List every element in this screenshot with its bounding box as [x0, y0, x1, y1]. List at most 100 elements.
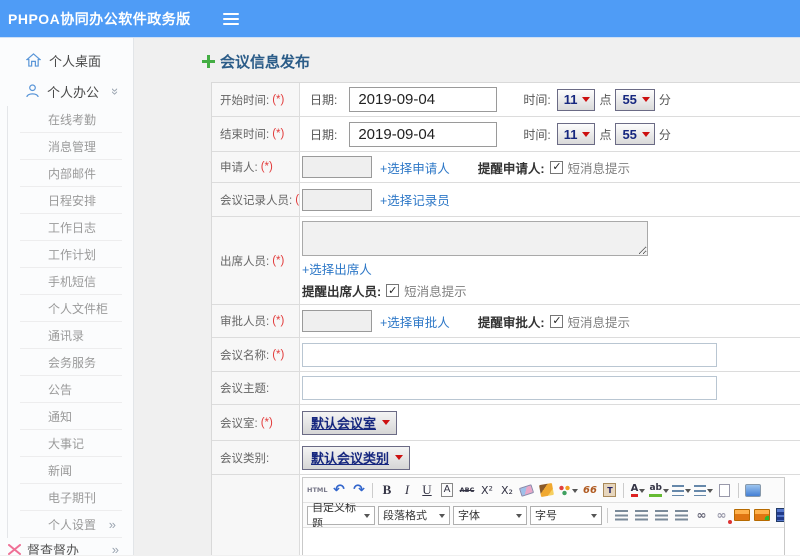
sidebar-item-work-log[interactable]: 工作日志 — [20, 214, 122, 241]
sidebar-item-contacts[interactable]: 通讯录 — [20, 322, 122, 349]
sidebar-item-sms[interactable]: 手机短信 — [20, 268, 122, 295]
recorder-row: 会议记录人员:(*) +选择记录员 — [212, 183, 800, 217]
applicant-input[interactable] — [302, 156, 372, 178]
sidebar-item-ejournal[interactable]: 电子期刊 — [20, 484, 122, 511]
sidebar-item-messages[interactable]: 消息管理 — [20, 133, 122, 160]
required-mark: (*) — [260, 416, 273, 429]
highlight-color-icon[interactable]: ab — [649, 482, 669, 499]
sidebar-item-desktop[interactable]: 个人桌面 — [0, 44, 133, 76]
field-label: 结束时间: — [220, 129, 270, 141]
font-border-icon[interactable]: A — [438, 482, 455, 499]
dropdown-arrow-icon — [639, 488, 646, 496]
sidebar-item-supervise[interactable]: 督查督办 — [0, 538, 133, 555]
redo-icon[interactable]: ↷ — [350, 482, 367, 499]
sidebar-item-memorabilia[interactable]: 大事记 — [20, 430, 122, 457]
end-minute-select[interactable]: 55 — [615, 123, 655, 145]
dropdown-arrow-icon — [516, 513, 522, 521]
sidebar-item-attendance[interactable]: 在线考勤 — [20, 106, 122, 133]
end-hour-select[interactable]: 11 — [556, 123, 596, 145]
attendee-row: 出席人员:(*) +选择出席人 提醒出席人员: 短消息提示 — [212, 217, 800, 305]
sidebar-item-schedule[interactable]: 日程安排 — [20, 187, 122, 214]
choose-approver-link[interactable]: +选择审批人 — [380, 312, 450, 331]
format-brush-icon[interactable] — [538, 482, 555, 499]
align-center-icon[interactable] — [633, 507, 650, 524]
choose-applicant-link[interactable]: +选择申请人 — [380, 158, 450, 177]
start-time-row: 开始时间:(*) 日期: 时间: 11 点 55 分 — [212, 83, 800, 117]
editor-content-area[interactable] — [303, 528, 784, 555]
unordered-list-icon[interactable] — [694, 482, 713, 499]
upload-image-icon[interactable] — [753, 507, 770, 524]
approver-sms-checkbox[interactable] — [550, 314, 564, 328]
sidebar-item-label: 个人桌面 — [49, 53, 102, 69]
home-icon — [26, 53, 41, 67]
sidebar-item-notice[interactable]: 通知 — [20, 403, 122, 430]
font-color-icon[interactable]: A — [629, 482, 646, 499]
meeting-category-row: 会议类别: 默认会议类别 — [212, 441, 800, 475]
html-source-button[interactable]: HTML — [307, 482, 327, 499]
superscript-icon[interactable]: X² — [478, 482, 495, 499]
end-date-input[interactable] — [349, 121, 498, 147]
insert-link-icon[interactable]: ∞ — [693, 507, 710, 524]
meeting-room-select[interactable]: 默认会议室 — [302, 410, 398, 435]
chevron-right-icon — [112, 542, 119, 556]
bold-icon[interactable]: B — [378, 482, 395, 499]
remind-applicant-label: 提醒申请人: — [477, 161, 545, 176]
start-date-input[interactable] — [349, 87, 498, 112]
font-family-select[interactable]: 字体 — [453, 505, 527, 525]
undo-icon[interactable]: ↶ — [330, 482, 347, 499]
dropdown-arrow-icon — [641, 97, 650, 102]
required-mark: (*) — [272, 315, 285, 327]
start-minute-select[interactable]: 55 — [615, 88, 655, 111]
sidebar-item-settings[interactable]: 个人设置 — [20, 511, 122, 538]
dropdown-arrow-icon — [685, 488, 691, 496]
field-label: 出席人员: — [220, 255, 270, 268]
paragraph-format-select[interactable]: 段落格式 — [378, 505, 450, 525]
date-label: 日期: — [310, 127, 338, 142]
attendee-sms-checkbox[interactable] — [386, 284, 400, 297]
align-right-icon[interactable] — [653, 507, 670, 524]
blockquote-icon[interactable]: 66 — [581, 482, 598, 499]
insert-image-icon[interactable] — [733, 507, 750, 524]
approver-input[interactable] — [302, 310, 372, 332]
choose-attendee-link[interactable]: +选择出席人 — [302, 259, 372, 278]
meeting-subject-input[interactable] — [302, 376, 717, 400]
applicant-sms-checkbox[interactable] — [550, 160, 564, 174]
meeting-subject-row: 会议主题: — [212, 372, 800, 405]
dropdown-arrow-icon — [439, 513, 445, 521]
heading-select[interactable]: 自定义标题 — [307, 503, 375, 527]
supervise-icon — [8, 543, 21, 555]
required-mark: (*) — [260, 161, 273, 173]
underline-icon[interactable]: U — [418, 482, 435, 499]
ordered-list-icon[interactable] — [672, 482, 691, 499]
sidebar-item-file-cabinet[interactable]: 个人文件柜 — [20, 295, 122, 322]
office-submenu: 在线考勤 消息管理 内部邮件 日程安排 工作日志 工作计划 手机短信 个人文件柜… — [0, 106, 133, 538]
paste-text-icon[interactable] — [601, 482, 618, 499]
color-palette-icon[interactable] — [558, 482, 579, 499]
start-hour-select[interactable]: 11 — [556, 88, 596, 111]
insert-media-icon[interactable] — [773, 507, 784, 524]
chevron-right-icon — [109, 517, 116, 532]
new-page-icon[interactable] — [716, 482, 733, 499]
toolbar-separator — [623, 482, 625, 498]
meeting-category-select[interactable]: 默认会议类别 — [302, 445, 411, 470]
sidebar-item-internal-mail[interactable]: 内部邮件 — [20, 160, 122, 187]
preview-icon[interactable] — [744, 482, 761, 499]
align-justify-icon[interactable] — [673, 507, 690, 524]
eraser-icon[interactable] — [518, 482, 535, 499]
sidebar-item-office[interactable]: 个人办公 — [0, 76, 133, 106]
align-left-icon[interactable] — [613, 507, 630, 524]
font-size-select[interactable]: 字号 — [530, 505, 602, 525]
italic-icon[interactable]: I — [398, 482, 415, 499]
attendee-textarea[interactable] — [302, 221, 648, 256]
menu-icon[interactable] — [222, 12, 239, 25]
sidebar-item-news[interactable]: 新闻 — [20, 457, 122, 484]
strikethrough-icon[interactable]: ABC — [458, 482, 475, 499]
meeting-name-input[interactable] — [302, 342, 717, 367]
sidebar-item-work-plan[interactable]: 工作计划 — [20, 241, 122, 268]
remove-link-icon[interactable]: ∞ — [713, 507, 732, 524]
sidebar-item-meeting-service[interactable]: 会务服务 — [20, 349, 122, 376]
subscript-icon[interactable]: X₂ — [498, 482, 515, 499]
sidebar-item-announcement[interactable]: 公告 — [20, 376, 122, 403]
recorder-input[interactable] — [302, 188, 372, 211]
choose-recorder-link[interactable]: +选择记录员 — [380, 190, 450, 209]
